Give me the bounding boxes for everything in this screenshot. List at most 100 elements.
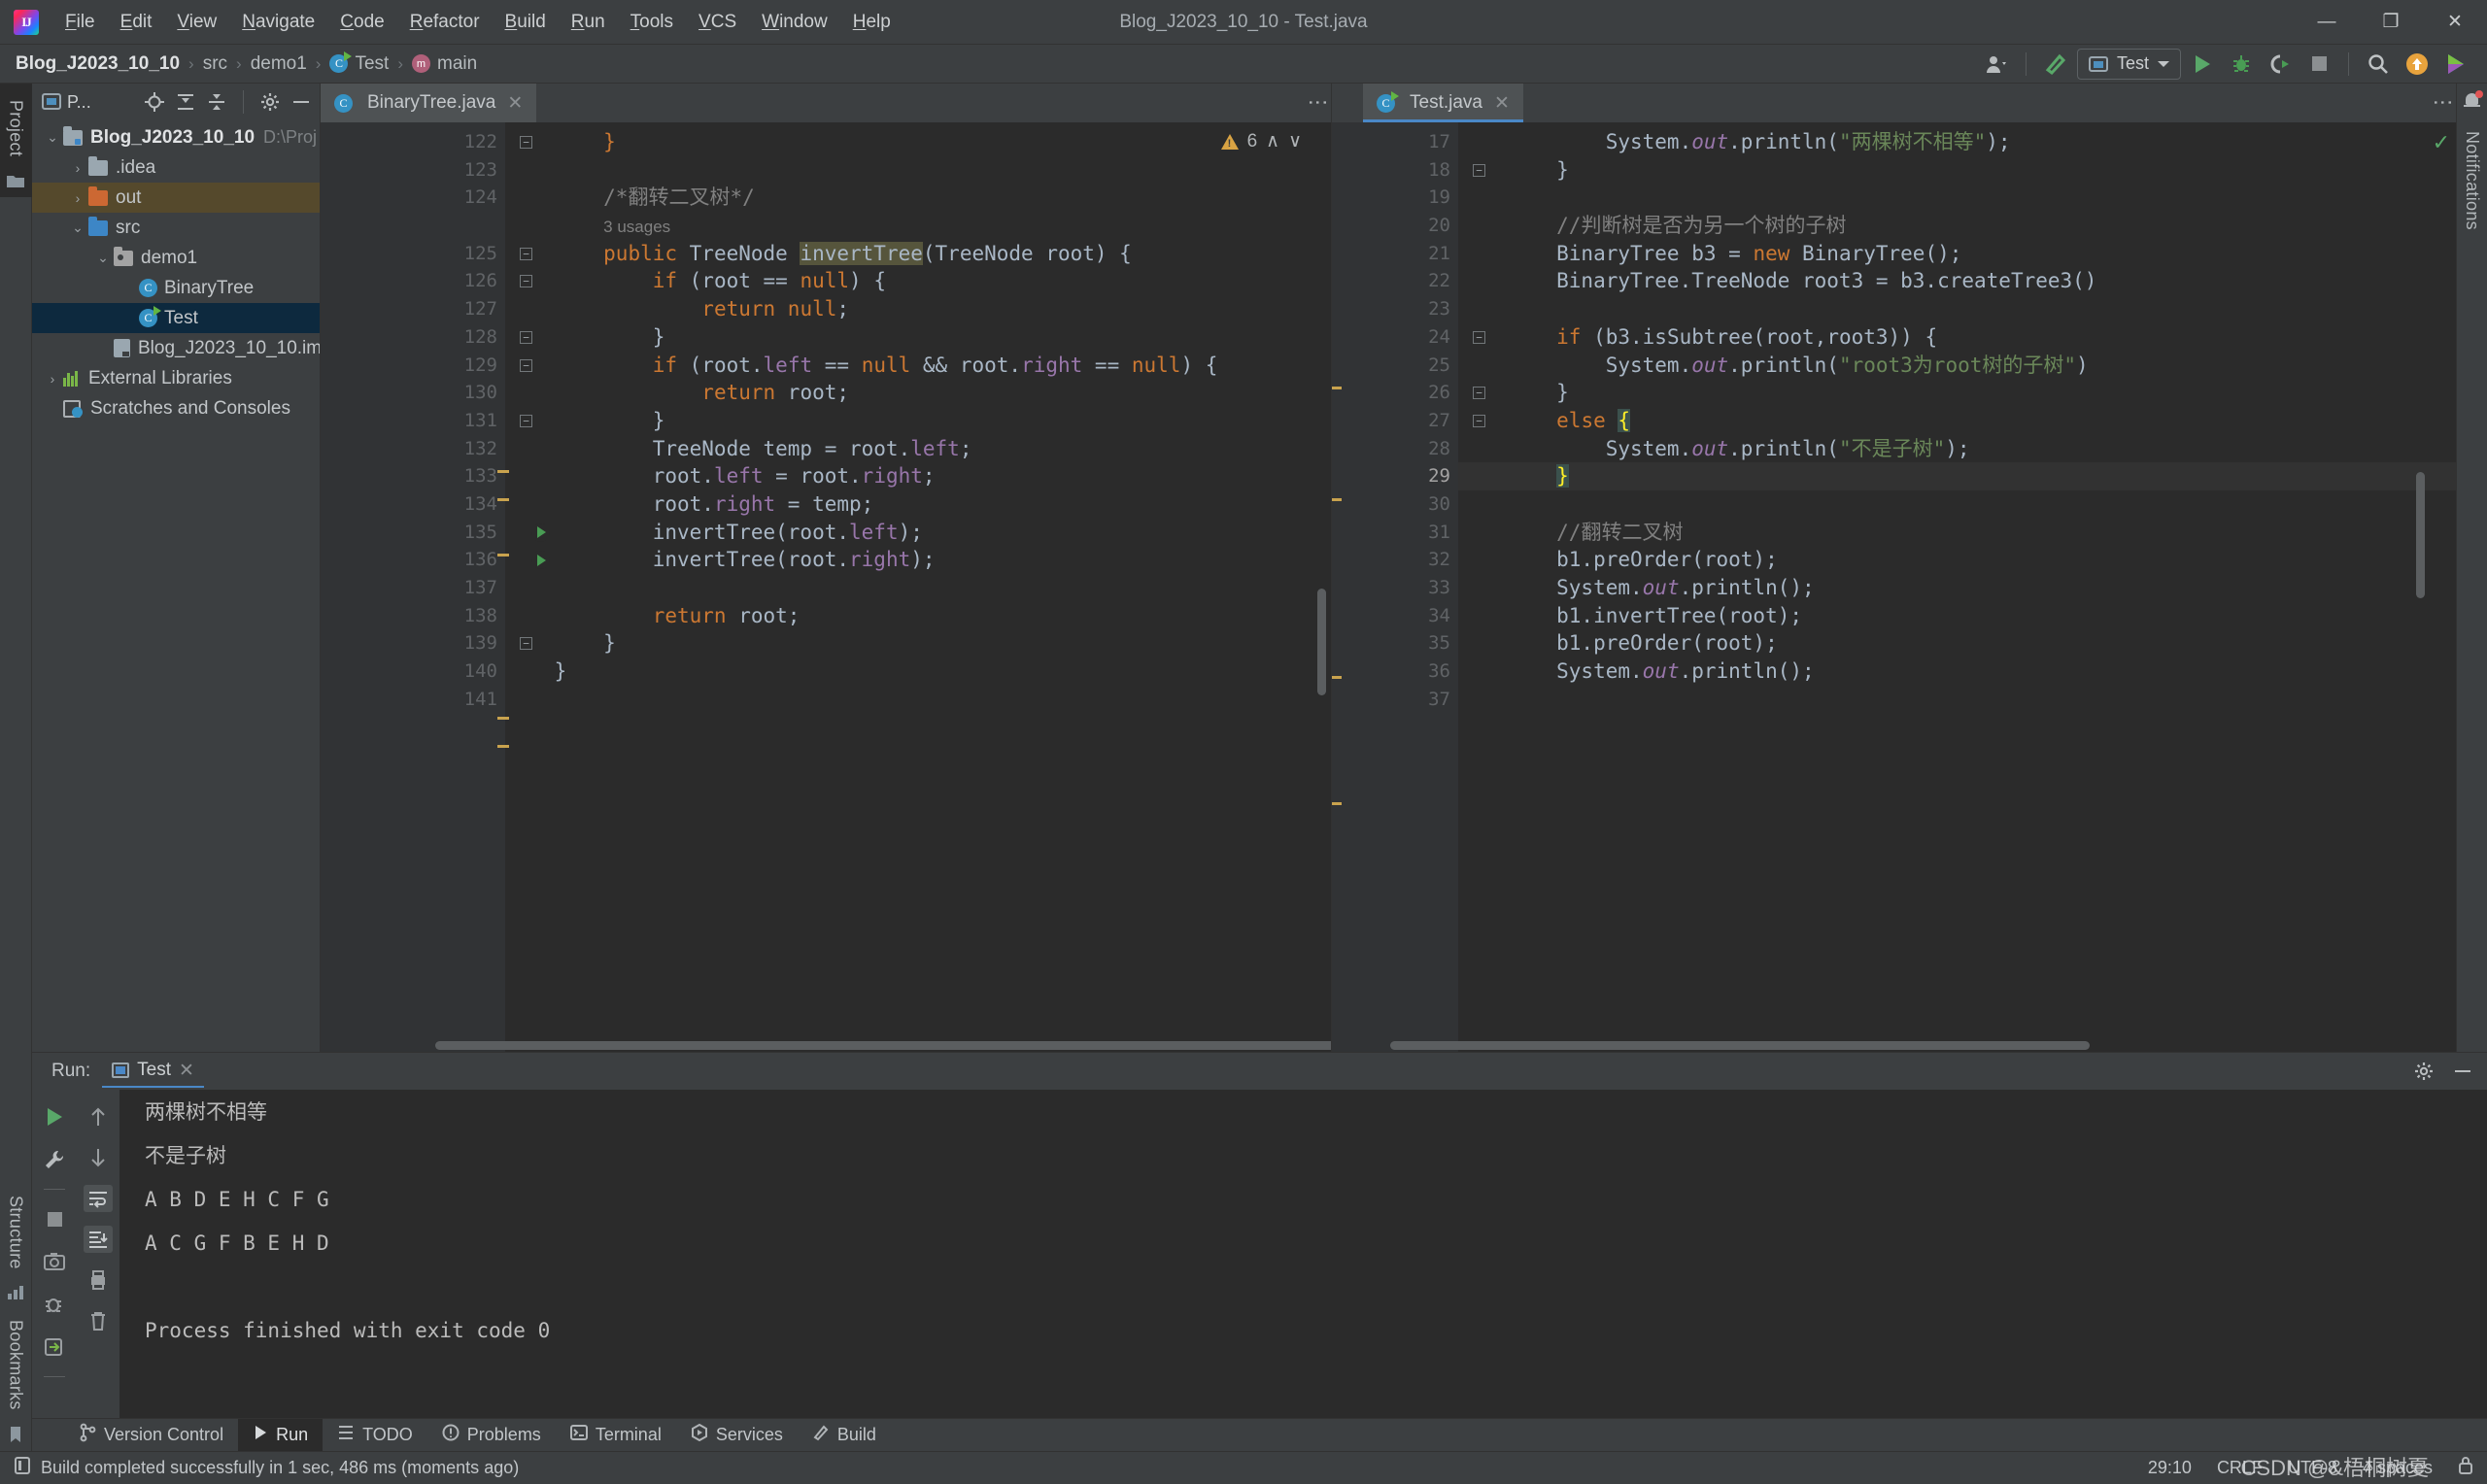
code-line[interactable]: System.out.println();: [1458, 658, 2456, 686]
ide-assistant-icon[interactable]: [2438, 49, 2473, 80]
rail-item-structure[interactable]: Structure: [0, 1185, 32, 1310]
run-button[interactable]: [2185, 49, 2220, 80]
code-line[interactable]: root.left = root.right;: [505, 462, 1331, 490]
menu-build[interactable]: Build: [493, 8, 559, 37]
tree-node-scratches-and-consoles[interactable]: Scratches and Consoles: [32, 393, 320, 423]
breadcrumb-item-test[interactable]: C Test: [329, 51, 389, 75]
tree-node-external-libraries[interactable]: › External Libraries: [32, 363, 320, 393]
user-avatar-icon[interactable]: [1979, 49, 2014, 80]
bottom-tab-todo[interactable]: TODO: [323, 1419, 427, 1452]
prev-problem-icon[interactable]: ∧: [1266, 130, 1279, 152]
code-line[interactable]: }: [1458, 156, 2456, 185]
code-line[interactable]: return root;: [505, 379, 1331, 407]
code-line[interactable]: 3 usages: [505, 212, 1331, 240]
code-line[interactable]: root.right = temp;: [505, 490, 1331, 519]
tree-node-blog-j2023-10-10[interactable]: ⌄ Blog_J2023_10_10 D:\Proj: [32, 122, 320, 152]
code-line[interactable]: }: [505, 629, 1331, 658]
lock-icon[interactable]: [2458, 1456, 2473, 1480]
menu-refactor[interactable]: Refactor: [397, 8, 493, 37]
breadcrumb-item-main[interactable]: m main: [412, 53, 477, 75]
menu-run[interactable]: Run: [559, 8, 618, 37]
code-line[interactable]: System.out.println("不是子树");: [1458, 435, 2456, 463]
rerun-button[interactable]: [40, 1103, 69, 1130]
tab-test-java[interactable]: C Test.java ✕: [1363, 84, 1523, 122]
code-line[interactable]: return root;: [505, 602, 1331, 630]
code-line[interactable]: invertTree(root.left);: [505, 519, 1331, 547]
bottom-tab-run[interactable]: Run: [238, 1418, 324, 1452]
close-button[interactable]: ✕: [2423, 0, 2487, 45]
code-line[interactable]: }: [505, 658, 1331, 686]
settings-gear-icon[interactable]: [257, 89, 283, 115]
maximize-button[interactable]: ❐: [2359, 0, 2423, 45]
expand-arrow-icon[interactable]: ›: [67, 160, 88, 176]
notifications-bell-icon[interactable]: [2463, 90, 2483, 111]
breadcrumb-item-demo1[interactable]: demo1: [251, 53, 307, 75]
close-icon[interactable]: ✕: [507, 92, 523, 115]
clear-all-icon[interactable]: [84, 1307, 113, 1334]
stop-button[interactable]: [40, 1205, 69, 1232]
scroll-up-icon[interactable]: [84, 1103, 113, 1130]
code-line[interactable]: if (root == null) {: [505, 267, 1331, 295]
code-line[interactable]: if (root.left == null && root.right == n…: [505, 352, 1331, 380]
tree-node-out[interactable]: › out: [32, 183, 320, 213]
code-line[interactable]: }: [505, 128, 1331, 156]
menu-view[interactable]: View: [164, 8, 229, 37]
expand-arrow-icon[interactable]: ›: [67, 190, 88, 206]
menu-navigate[interactable]: Navigate: [229, 8, 327, 37]
code-line[interactable]: invertTree(root.right);: [505, 546, 1331, 574]
rail-item-notifications[interactable]: Notifications: [2462, 120, 2482, 241]
export-icon[interactable]: [40, 1333, 69, 1361]
tree-node-demo1[interactable]: ⌄ demo1: [32, 243, 320, 273]
code-line[interactable]: [505, 574, 1331, 602]
rail-item-bookmarks[interactable]: Bookmarks: [0, 1309, 32, 1451]
update-project-icon[interactable]: [2400, 49, 2435, 80]
code-line[interactable]: [1458, 686, 2456, 714]
bottom-tab-terminal[interactable]: Terminal: [556, 1419, 676, 1452]
code-left[interactable]: } /*翻转二叉树*/ 3 usages public TreeNode inv…: [505, 122, 1331, 1052]
tree-node-blog-j2023-10-10-iml[interactable]: Blog_J2023_10_10.iml: [32, 333, 320, 363]
rail-item-project[interactable]: Project: [0, 84, 32, 198]
line-separator[interactable]: CRLF: [2217, 1458, 2263, 1478]
expand-arrow-icon[interactable]: ⌄: [92, 250, 114, 266]
indent-setting[interactable]: 4 spaces: [2363, 1458, 2433, 1478]
more-options-icon[interactable]: ⋮: [2432, 92, 2454, 114]
code-line[interactable]: public TreeNode invertTree(TreeNode root…: [505, 240, 1331, 268]
menu-tools[interactable]: Tools: [618, 8, 686, 37]
run-coverage-button[interactable]: [2263, 49, 2298, 80]
breadcrumb-item-blog-j2023-10-10[interactable]: Blog_J2023_10_10: [16, 53, 180, 75]
vertical-scrollbar-left[interactable]: [1317, 589, 1326, 695]
code-line[interactable]: //判断树是否为另一个树的子树: [1458, 212, 2456, 240]
code-right[interactable]: System.out.println("两棵树不相等"); } //判断树是否为…: [1458, 122, 2456, 1052]
code-line[interactable]: System.out.println();: [1458, 574, 2456, 602]
code-line[interactable]: }: [1458, 462, 2456, 490]
gutter-left[interactable]: 122−123 124 125−126− 127 128−129−130 131−132 1…: [321, 122, 550, 1052]
breadcrumb-item-src[interactable]: src: [203, 53, 227, 75]
menu-vcs[interactable]: VCS: [686, 8, 749, 37]
code-line[interactable]: TreeNode temp = root.left;: [505, 435, 1331, 463]
bottom-tab-version-control[interactable]: Version Control: [64, 1419, 238, 1452]
caret-position[interactable]: 29:10: [2148, 1458, 2192, 1478]
code-line[interactable]: b1.preOrder(root);: [1458, 629, 2456, 658]
horizontal-scrollbar-right[interactable]: [1390, 1041, 2090, 1050]
code-line[interactable]: [1458, 490, 2456, 519]
menu-code[interactable]: Code: [327, 8, 396, 37]
expand-all-icon[interactable]: [173, 89, 198, 115]
bottom-tab-build[interactable]: Build: [798, 1419, 891, 1452]
code-line[interactable]: /*翻转二叉树*/: [505, 184, 1331, 212]
debug-button[interactable]: [2224, 49, 2259, 80]
code-line[interactable]: if (b3.isSubtree(root,root3)) {: [1458, 323, 2456, 352]
soft-wrap-toggle[interactable]: [84, 1185, 113, 1212]
close-icon[interactable]: ✕: [179, 1060, 194, 1082]
menu-window[interactable]: Window: [749, 8, 840, 37]
stop-button[interactable]: [2301, 49, 2336, 80]
search-everywhere-icon[interactable]: [2361, 49, 2396, 80]
run-configuration-selector[interactable]: Test: [2076, 48, 2181, 80]
menu-edit[interactable]: Edit: [108, 8, 165, 37]
code-line[interactable]: }: [505, 323, 1331, 352]
code-line[interactable]: System.out.println("两棵树不相等");: [1458, 128, 2456, 156]
code-line[interactable]: else {: [1458, 407, 2456, 435]
minimize-button[interactable]: —: [2295, 0, 2359, 45]
tree-node--idea[interactable]: › .idea: [32, 152, 320, 183]
code-line[interactable]: BinaryTree b3 = new BinaryTree();: [1458, 240, 2456, 268]
build-hammer-icon[interactable]: [2038, 49, 2073, 80]
